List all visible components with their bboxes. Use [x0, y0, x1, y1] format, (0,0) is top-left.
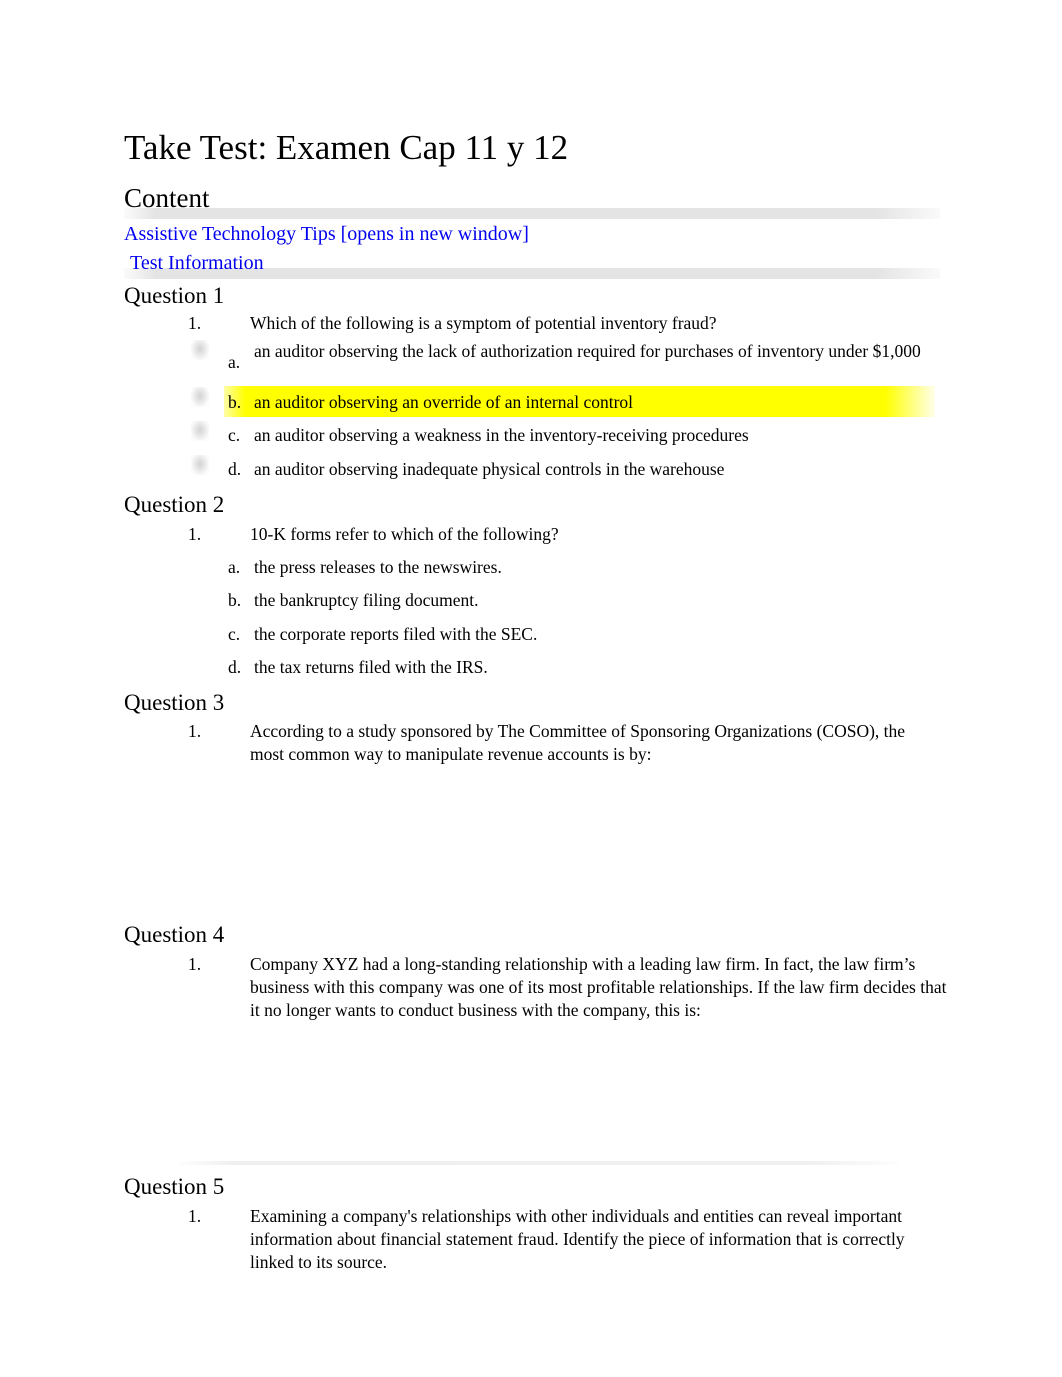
question-5-number: 1.	[188, 1206, 202, 1226]
answer-letter-q2-b: b.	[228, 590, 242, 610]
answer-letter-q1-c: c.	[228, 425, 241, 445]
answer-letter-q1-b: b.	[228, 392, 242, 412]
answer-option-q2-c[interactable]: c. the corporate reports filed with the …	[228, 623, 936, 646]
question-1-number: 1.	[188, 313, 202, 333]
question-5-heading: Question 5	[124, 1174, 225, 1199]
divider-above-question-5	[180, 1161, 900, 1165]
answer-text-q2-b: the bankruptcy filing document.	[254, 590, 479, 610]
question-2-stem-text: 10-K forms refer to which of the followi…	[250, 524, 559, 544]
answer-letter-q2-c: c.	[228, 624, 241, 644]
question-3-stem-text: According to a study sponsored by The Co…	[250, 721, 906, 765]
answer-text-q1-c: an auditor observing a weakness in the i…	[254, 425, 749, 445]
test-information-link[interactable]: Test Information	[130, 251, 264, 275]
question-1-stem-text: Which of the following is a symptom of p…	[250, 313, 717, 333]
answer-letter-q2-a: a.	[228, 557, 241, 577]
answer-option-q1-d[interactable]: d. an auditor observing inadequate physi…	[228, 458, 936, 481]
page-title: Take Test: Examen Cap 11 y 12	[124, 128, 569, 167]
answer-text-q2-d: the tax returns filed with the IRS.	[254, 657, 488, 677]
question-2-heading: Question 2	[124, 492, 225, 517]
question-3-heading: Question 3	[124, 690, 225, 715]
document-page: Take Test: Examen Cap 11 y 12 Content As…	[0, 0, 1062, 1377]
question-4-stem-text: Company XYZ had a long-standing relation…	[250, 954, 947, 1021]
radio-placeholder-icon-q1-d[interactable]	[191, 455, 209, 475]
answer-text-q1-d: an auditor observing inadequate physical…	[254, 459, 725, 479]
answer-option-q2-b[interactable]: b. the bankruptcy filing document.	[228, 589, 936, 612]
question-3-number: 1.	[188, 721, 202, 741]
question-5-stem-text: Examining a company's relationships with…	[250, 1206, 905, 1273]
assistive-technology-tips-link[interactable]: Assistive Technology Tips [opens in new …	[124, 222, 529, 246]
answer-text-q1-a: an auditor observing the lack of authori…	[254, 341, 921, 361]
answer-option-q1-c[interactable]: c. an auditor observing a weakness in th…	[228, 424, 936, 447]
question-4-heading: Question 4	[124, 922, 225, 947]
divider-band-top	[124, 208, 940, 219]
answer-option-q1-a[interactable]: a. an auditor observing the lack of auth…	[228, 340, 936, 372]
answer-option-q1-b[interactable]: b. an auditor observing an override of a…	[228, 391, 936, 414]
question-4-stem: 1. Company XYZ had a long-standing relat…	[188, 953, 958, 1022]
question-3-stem: 1. According to a study sponsored by The…	[188, 720, 940, 766]
radio-placeholder-icon-q1-b[interactable]	[191, 387, 209, 407]
question-1-heading: Question 1	[124, 283, 225, 308]
question-1-stem: 1. Which of the following is a symptom o…	[188, 312, 940, 335]
answer-letter-q1-d: d.	[228, 459, 242, 479]
answer-option-q2-d[interactable]: d. the tax returns filed with the IRS.	[228, 656, 936, 679]
answer-text-q2-a: the press releases to the newswires.	[254, 557, 502, 577]
radio-placeholder-icon-q1-a[interactable]	[191, 340, 209, 360]
radio-placeholder-icon-q1-c[interactable]	[191, 421, 209, 441]
question-2-number: 1.	[188, 524, 202, 544]
answer-text-q1-b: an auditor observing an override of an i…	[254, 392, 634, 412]
answer-letter-q2-d: d.	[228, 657, 242, 677]
question-2-stem: 1. 10-K forms refer to which of the foll…	[188, 523, 940, 546]
answer-text-q2-c: the corporate reports filed with the SEC…	[254, 624, 538, 644]
question-4-number: 1.	[188, 954, 202, 974]
answer-letter-q1-a: a.	[228, 352, 241, 372]
question-5-stem: 1. Examining a company's relationships w…	[188, 1205, 936, 1274]
answer-option-q2-a[interactable]: a. the press releases to the newswires.	[228, 556, 936, 579]
